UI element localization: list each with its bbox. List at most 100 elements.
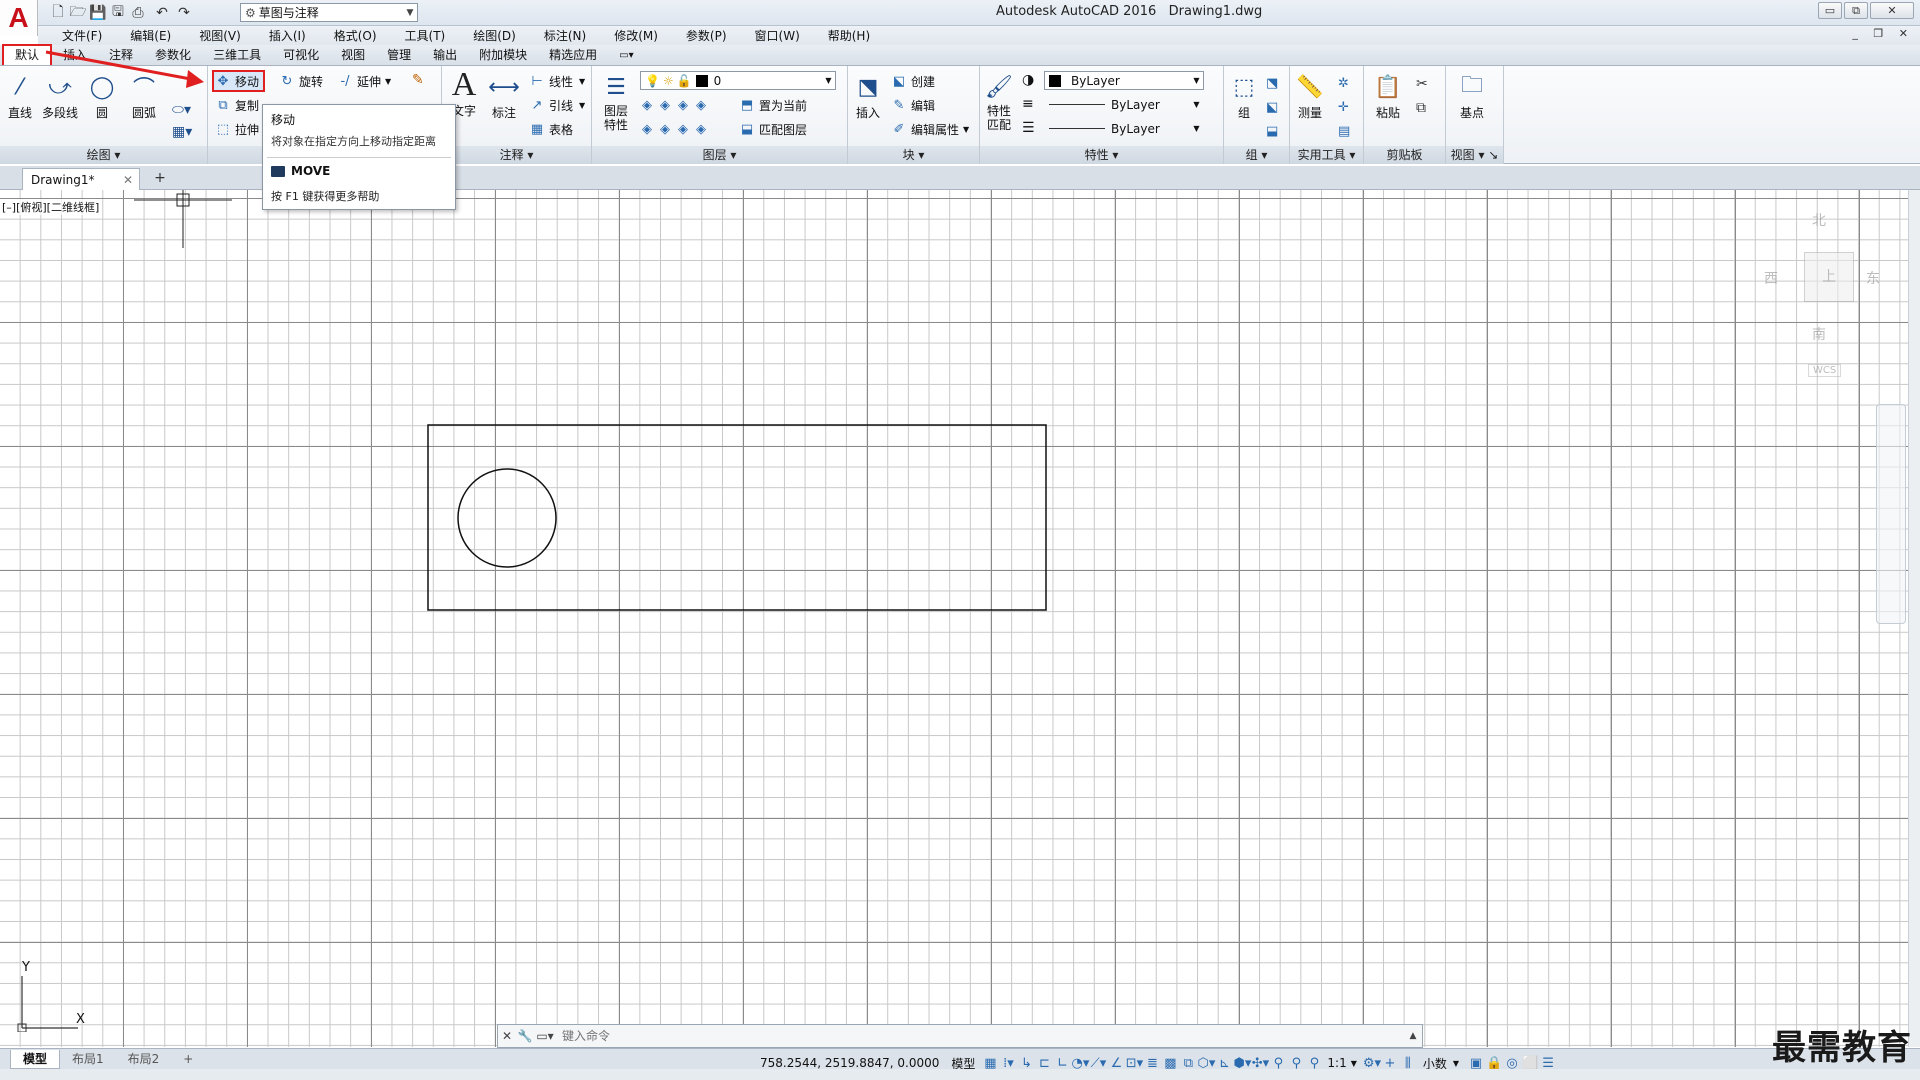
table-button[interactable]: ▦ 表格 — [528, 119, 573, 139]
minimize-button[interactable]: ▭ — [1818, 2, 1842, 19]
close-icon[interactable]: ✕ — [498, 1029, 516, 1043]
tab-visualize[interactable]: 可视化 — [272, 46, 330, 65]
mdi-controls[interactable]: _ ❐ ✕ — [1852, 27, 1914, 40]
tab-view[interactable]: 视图 — [330, 46, 376, 65]
create-block-button[interactable]: ⬕ 创建 — [890, 71, 935, 91]
close-button[interactable]: ✕ — [1870, 2, 1914, 19]
menu-draw[interactable]: 绘图(D) — [459, 27, 530, 44]
window-title: Autodesk AutoCAD 2016 Drawing1.dwg — [996, 4, 1262, 19]
ribbon-options-icon[interactable]: ▭▾ — [608, 46, 644, 65]
stretch-button[interactable]: ⬚ 拉伸 — [214, 119, 259, 139]
tab-featured-apps[interactable]: 精选应用 — [538, 46, 608, 65]
menu-dimension[interactable]: 标注(N) — [530, 27, 600, 44]
base-point-tool[interactable]: 🗀 基点 — [1456, 70, 1488, 121]
set-current-button[interactable]: ⬒ 置为当前 — [738, 95, 807, 115]
draw-panel-title[interactable]: 绘图 ▾ — [0, 146, 207, 164]
coordinates-readout[interactable]: 758.2544, 2519.8847, 0.0000 — [760, 1056, 939, 1070]
layer-properties-tool[interactable]: ☰ 图层特性 — [596, 70, 636, 133]
linear-button[interactable]: ⊢ 线性 ▼ — [528, 71, 585, 91]
new-tab-button[interactable]: + — [150, 170, 170, 188]
linetype-dropdown[interactable]: ByLayer ▼ — [1044, 95, 1204, 114]
extend-button[interactable]: -/ 延伸 ▼ — [336, 71, 391, 91]
group-tool[interactable]: ⬚ 组 — [1228, 70, 1260, 121]
viewcube[interactable]: 北 西 东 南 上 WCS — [1760, 206, 1880, 377]
navigation-bar[interactable] — [1876, 404, 1906, 624]
open-file-icon[interactable]: 🗁 — [68, 3, 88, 23]
menu-parametric[interactable]: 参数(P) — [672, 27, 741, 44]
paste-tool[interactable]: 📋 粘贴 — [1372, 70, 1404, 121]
group-tools-icons[interactable]: ⬔ ⬕ ⬓ — [1266, 72, 1278, 144]
properties-panel-title[interactable]: 特性 ▾ — [980, 146, 1223, 164]
viewcube-east[interactable]: 东 — [1866, 268, 1880, 288]
viewport-controls-label[interactable]: [–][俯视][二维线框] — [2, 199, 100, 215]
close-tab-icon[interactable]: ✕ — [123, 173, 133, 187]
leader-button[interactable]: ↗ 引线 ▼ — [528, 95, 586, 115]
restore-button[interactable]: ⧉ — [1844, 2, 1868, 19]
print-icon[interactable]: ⎙ — [128, 3, 148, 23]
command-line[interactable]: ✕ 🔧 ▭▾ ▲ — [497, 1024, 1423, 1048]
redo-icon[interactable]: ↷ — [174, 3, 194, 23]
measure-tool[interactable]: 📏 测量 — [1294, 70, 1326, 121]
annotation-panel-title[interactable]: 注释 ▾ — [442, 146, 591, 164]
menu-tools[interactable]: 工具(T) — [391, 27, 460, 44]
wcs-dropdown[interactable]: WCS — [1808, 364, 1842, 377]
clipboard-panel-title[interactable]: 剪贴板 — [1364, 146, 1445, 164]
menu-window[interactable]: 窗口(W) — [741, 27, 814, 44]
tab-addins[interactable]: 附加模块 — [468, 46, 538, 65]
viewcube-north[interactable]: 北 — [1812, 210, 1826, 230]
wrench-icon[interactable]: 🔧 — [516, 1029, 534, 1043]
circle-object[interactable] — [457, 468, 557, 568]
tab-manage[interactable]: 管理 — [376, 46, 422, 65]
save-as-icon[interactable]: 🖫 — [108, 3, 128, 23]
vertical-scrollbar[interactable] — [1908, 190, 1920, 1047]
lineweight-dropdown[interactable]: ByLayer ▼ — [1044, 119, 1204, 138]
tab-model[interactable]: 模型 — [10, 1049, 61, 1069]
workspace-dropdown[interactable]: ⚙ 草图与注释 ▼ — [240, 3, 418, 22]
chevron-up-icon[interactable]: ▲ — [1404, 1031, 1422, 1041]
tab-output[interactable]: 输出 — [422, 46, 468, 65]
menu-modify[interactable]: 修改(M) — [600, 27, 672, 44]
new-file-icon[interactable]: 🗋 — [48, 3, 68, 23]
layer-tool-icons-row1[interactable]: ◈◈◈◈ — [642, 98, 714, 113]
save-icon[interactable]: 💾 — [88, 3, 108, 23]
viewcube-south[interactable]: 南 — [1812, 324, 1826, 344]
group-panel-title[interactable]: 组 ▾ — [1224, 146, 1289, 164]
layer-tool-icons-row2[interactable]: ◈◈◈◈ — [642, 122, 714, 137]
dimension-label: 标注 — [491, 106, 516, 120]
layer-dropdown[interactable]: 💡 ☼ 🔓 0 ▼ — [640, 71, 836, 90]
undo-icon[interactable]: ↶ — [152, 3, 172, 23]
annotation-scale-value[interactable]: 1:1 — [1327, 1056, 1346, 1070]
add-layout-button[interactable]: + — [171, 1050, 205, 1069]
insert-block-tool[interactable]: ⬔ 插入 — [852, 70, 884, 121]
edit-attributes-button[interactable]: ✐ 编辑属性 ▼ — [890, 119, 970, 139]
utility-icons[interactable]: ✲ ✛ ▤ — [1338, 72, 1350, 144]
color-dropdown[interactable]: ByLayer ▼ — [1044, 71, 1204, 90]
menu-format[interactable]: 格式(O) — [320, 27, 391, 44]
dimension-tool[interactable]: ⟷ 标注 — [488, 70, 520, 121]
menu-insert[interactable]: 插入(I) — [255, 27, 320, 44]
chevron-down-icon: ▼ — [1193, 76, 1200, 85]
erase-icon[interactable]: ✎ — [412, 72, 424, 88]
application-menu-button[interactable]: A — [0, 0, 38, 36]
command-input[interactable] — [562, 1029, 1404, 1043]
match-properties-tool[interactable]: 🖌 特性匹配 — [984, 70, 1014, 133]
copy-button[interactable]: ⧉ 复制 — [214, 95, 259, 115]
rotate-button[interactable]: ↻ 旋转 — [278, 71, 323, 91]
cut-copy-icons[interactable]: ✂ ⧉ — [1416, 72, 1428, 120]
rectangle-object[interactable] — [427, 424, 1047, 611]
chevron-down-icon: ▼ — [825, 76, 832, 85]
tab-layout2[interactable]: 布局2 — [116, 1050, 172, 1069]
viewcube-face-top[interactable]: 上 — [1804, 252, 1854, 302]
utilities-panel-title[interactable]: 实用工具 ▾ — [1290, 146, 1363, 164]
menu-help[interactable]: 帮助(H) — [814, 27, 884, 44]
viewcube-west[interactable]: 西 — [1764, 268, 1778, 288]
document-tab[interactable]: Drawing1* ✕ — [22, 168, 140, 190]
ellipse-icon[interactable]: ⬭▾ — [172, 102, 191, 118]
layers-panel-title[interactable]: 图层 ▾ — [592, 146, 847, 164]
view-panel-title[interactable]: 视图 ▾ ↘ — [1446, 146, 1503, 164]
tab-layout1[interactable]: 布局1 — [60, 1050, 116, 1069]
hatch-icon[interactable]: ▦▾ — [172, 124, 192, 140]
match-layer-button[interactable]: ⬓ 匹配图层 — [738, 119, 807, 139]
edit-block-button[interactable]: ✎ 编辑 — [890, 95, 935, 115]
block-panel-title[interactable]: 块 ▾ — [848, 146, 979, 164]
